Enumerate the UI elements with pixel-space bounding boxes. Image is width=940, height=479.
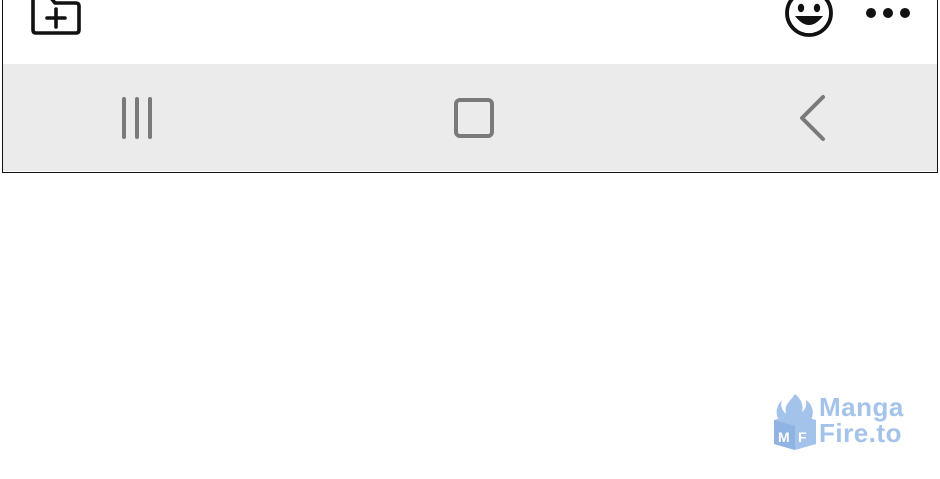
recent-apps-button[interactable] <box>107 94 167 142</box>
watermark-line-1: Manga <box>819 392 904 422</box>
home-button[interactable] <box>444 92 504 144</box>
message-toolbar <box>3 0 937 64</box>
mangafire-watermark: M F Manga Fire.to <box>770 392 920 454</box>
home-icon <box>454 98 494 138</box>
system-navigation-bar <box>3 64 937 171</box>
smiley-icon <box>785 0 833 37</box>
back-button[interactable] <box>783 92 843 144</box>
more-options-icon <box>866 8 910 18</box>
emoji-button[interactable] <box>782 0 836 40</box>
phone-screen-frame <box>2 0 938 173</box>
add-folder-icon <box>31 0 81 35</box>
more-options-button[interactable] <box>861 0 915 28</box>
svg-text:M: M <box>778 429 790 445</box>
mangafire-logo-icon: M F <box>774 394 816 450</box>
back-icon <box>800 95 825 141</box>
recent-apps-icon <box>122 97 152 139</box>
watermark-text: Manga Fire.to <box>819 394 904 446</box>
svg-text:F: F <box>798 429 807 445</box>
add-attachment-button[interactable] <box>27 0 83 36</box>
watermark-line-2: Fire.to <box>819 418 902 448</box>
